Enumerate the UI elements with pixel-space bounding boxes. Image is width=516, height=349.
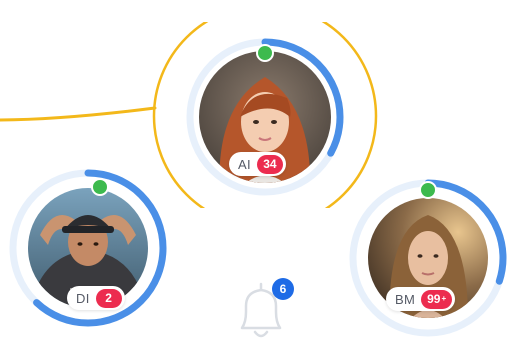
avatar-initials: AI [238, 156, 251, 172]
message-count-badge: 99 + [421, 289, 453, 309]
avatar-ai-label: AI 34 [229, 152, 286, 176]
avatar-cluster: AI 34 DI 2 BM 99 + 6 [0, 0, 516, 344]
online-indicator [91, 178, 109, 196]
avatar-bm-label: BM 99 + [386, 287, 456, 311]
message-count-badge: 2 [95, 288, 122, 308]
message-count-badge: 34 [256, 154, 283, 174]
online-indicator [419, 181, 437, 199]
avatar-di-graphic [9, 169, 167, 327]
notification-bell-button[interactable]: 6 [226, 270, 296, 344]
avatar-di-label: DI 2 [67, 286, 125, 310]
avatar-bm-graphic [349, 179, 507, 337]
avatar-di[interactable]: DI 2 [0, 160, 170, 344]
avatar-initials: DI [76, 290, 90, 306]
avatar-initials: BM [395, 291, 416, 307]
avatar-bm[interactable]: BM 99 + [340, 170, 516, 344]
online-indicator [256, 44, 274, 62]
notification-count-badge: 6 [272, 278, 294, 300]
